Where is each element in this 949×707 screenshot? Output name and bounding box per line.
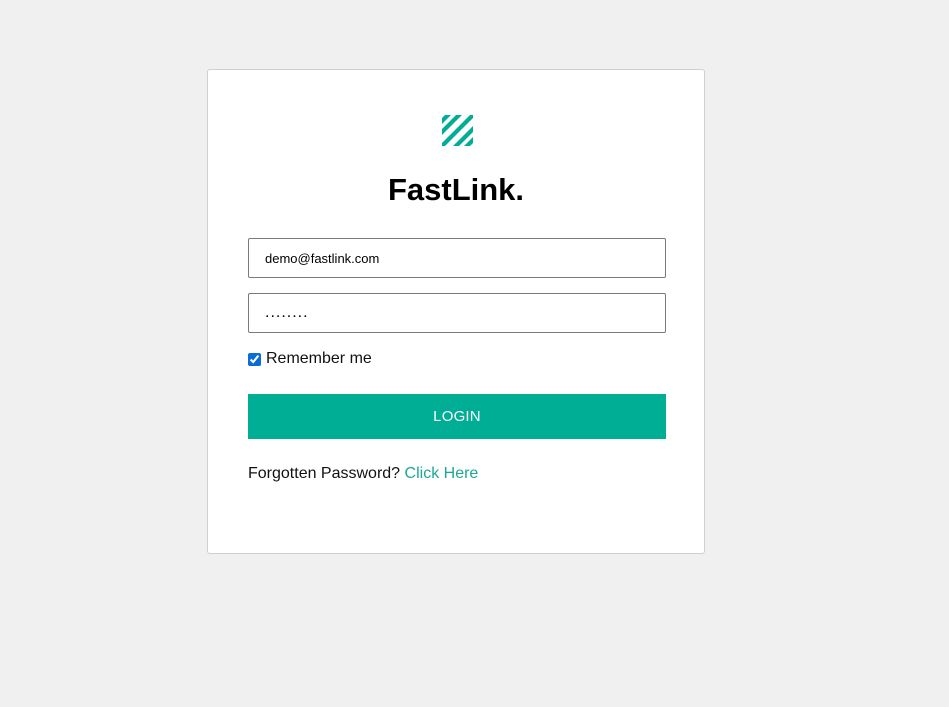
remember-me-checkbox[interactable] (248, 352, 261, 366)
forgot-password-text: Forgotten Password? (248, 465, 401, 482)
forgot-password-row: Forgotten Password? Click Here (248, 465, 478, 483)
email-field[interactable] (248, 238, 666, 278)
brand-title: FastLink. (387, 172, 525, 207)
diagonal-stripes-logo-icon (442, 115, 473, 146)
login-card: FastLink. Remember me LOGIN Forgotten Pa… (207, 69, 705, 554)
remember-me-row[interactable]: Remember me (248, 350, 372, 368)
remember-me-label: Remember me (266, 350, 372, 367)
forgot-password-link[interactable]: Click Here (405, 465, 479, 482)
password-field[interactable] (248, 293, 666, 333)
login-button[interactable]: LOGIN (248, 394, 666, 439)
